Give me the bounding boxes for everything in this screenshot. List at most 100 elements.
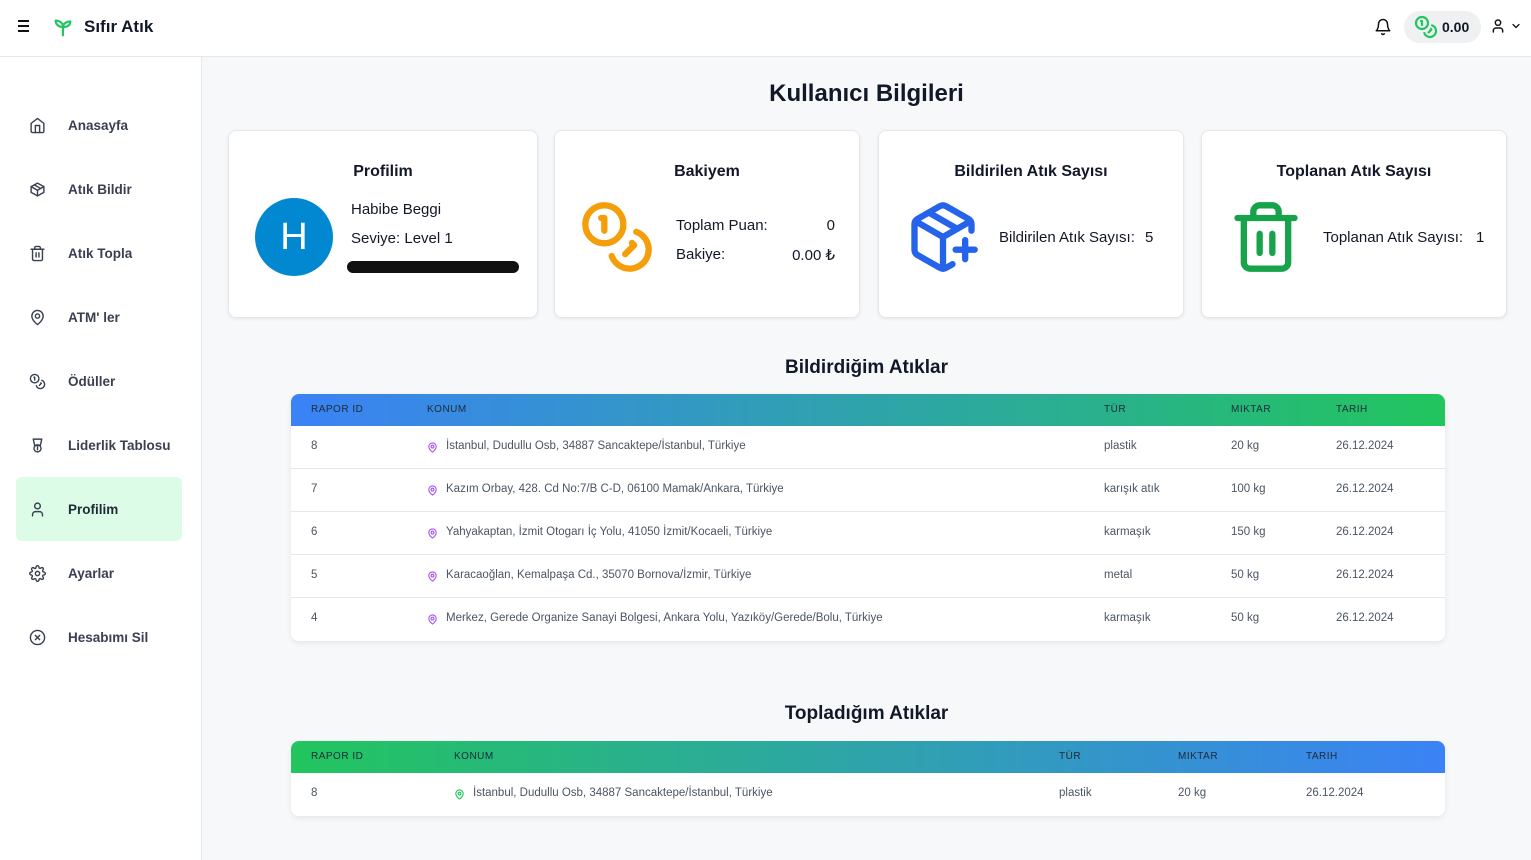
page-title: Kullanıcı Bilgileri <box>769 80 964 107</box>
wallet-card: Bakiyem Toplam Puan: 0 Bakiye: 0.00 ₺ <box>554 130 860 318</box>
report-id-cell: 4 <box>311 612 318 624</box>
trash-icon <box>28 244 46 262</box>
location-cell: Merkez, Gerede Organize Sanayi Bolgesi, … <box>446 612 883 624</box>
balance-amount: 0.00 <box>1442 19 1470 35</box>
table-row[interactable]: 7 Kazım Orbay, 428. Cd No:7/B C-D, 06100 … <box>291 469 1445 512</box>
sidebar-item-label: Hesabımı Sil <box>68 629 149 645</box>
column-header: KONUM <box>454 751 494 762</box>
avatar: H <box>255 198 333 276</box>
sidebar-item-label: Anasayfa <box>68 117 129 133</box>
column-header: MIKTAR <box>1231 404 1272 415</box>
amount-cell: 150 kg <box>1231 526 1266 538</box>
circle-x-icon <box>28 628 46 646</box>
amount-cell: 20 kg <box>1231 440 1260 452</box>
sidebar-item-leaderboard[interactable]: Liderlik Tablosu <box>16 413 182 477</box>
hamburger-menu-icon[interactable] <box>18 20 32 34</box>
sidebar-item-settings[interactable]: Ayarlar <box>16 541 182 605</box>
balance-pill[interactable]: 0.00 <box>1404 11 1481 43</box>
column-header: KONUM <box>427 404 467 415</box>
wallet-card-title: Bakiyem <box>674 163 740 180</box>
amount-cell: 50 kg <box>1231 612 1260 624</box>
map-pin-icon <box>428 442 437 453</box>
sidebar-item-atms[interactable]: ATM' ler <box>16 285 182 349</box>
type-cell: metal <box>1104 569 1133 581</box>
bell-icon[interactable] <box>1374 18 1392 36</box>
report-id-cell: 8 <box>311 440 318 452</box>
collected-count-value: 1 <box>1476 229 1485 246</box>
column-header: TARIH <box>1336 404 1368 415</box>
collected-waste-table: RAPOR ID KONUM TÜR MIKTAR TARIH 8 İstanbu… <box>291 741 1445 816</box>
column-header: TÜR <box>1059 751 1082 762</box>
sidebar-item-label: Profilim <box>68 501 119 517</box>
sidebar-item-profile[interactable]: Profilim <box>16 477 182 541</box>
sidebar: Anasayfa Atık Bildir Atık Topla ATM' ler… <box>0 57 202 860</box>
profile-card-title: Profilim <box>353 163 413 180</box>
date-cell: 26.12.2024 <box>1336 483 1394 495</box>
profile-name: Habibe Beggi <box>351 201 442 218</box>
sidebar-item-label: Liderlik Tablosu <box>68 437 171 453</box>
table-row[interactable]: 8 İstanbul, Dudullu Osb, 34887 Sancaktepe… <box>291 773 1445 816</box>
collected-count-label: Toplanan Atık Sayısı: <box>1323 229 1464 246</box>
gear-icon <box>28 564 46 582</box>
top-bar: Sıfır Atık 0.00 <box>0 0 1531 57</box>
sidebar-item-label: Atık Bildir <box>68 181 132 197</box>
column-header: TARIH <box>1306 751 1338 762</box>
reported-card-title: Bildirilen Atık Sayısı <box>954 163 1108 180</box>
location-cell: İstanbul, Dudullu Osb, 34887 Sancaktepe/… <box>473 787 773 799</box>
redacted-email <box>347 261 519 273</box>
sidebar-item-report-waste[interactable]: Atık Bildir <box>16 157 182 221</box>
location-cell: İstanbul, Dudullu Osb, 34887 Sancaktepe/… <box>446 440 746 452</box>
type-cell: karmaşık <box>1104 612 1151 624</box>
type-cell: plastik <box>1059 787 1092 799</box>
table-row[interactable]: 6 Yahyakaptan, İzmit Otogarı İç Yolu, 410… <box>291 512 1445 555</box>
date-cell: 26.12.2024 <box>1336 612 1394 624</box>
table-row[interactable]: 5 Karacaoğlan, Kemalpaşa Cd., 35070 Borno… <box>291 555 1445 598</box>
date-cell: 26.12.2024 <box>1336 526 1394 538</box>
location-cell: Karacaoğlan, Kemalpaşa Cd., 35070 Bornov… <box>446 569 752 581</box>
chevron-down-icon <box>1512 23 1520 29</box>
column-header: TÜR <box>1104 404 1127 415</box>
sidebar-item-collect-waste[interactable]: Atık Topla <box>16 221 182 285</box>
sidebar-item-delete-account[interactable]: Hesabımı Sil <box>16 605 182 669</box>
location-cell: Kazım Orbay, 428. Cd No:7/B C-D, 06100 M… <box>446 483 784 495</box>
report-id-cell: 6 <box>311 526 318 538</box>
home-icon <box>28 116 46 134</box>
trophy-icon <box>28 436 46 454</box>
report-id-cell: 8 <box>311 787 318 799</box>
balance-value: 0.00 ₺ <box>792 247 835 264</box>
column-header: RAPOR ID <box>311 751 364 762</box>
date-cell: 26.12.2024 <box>1306 787 1364 799</box>
report-id-cell: 7 <box>311 483 318 495</box>
reported-count-value: 5 <box>1145 229 1154 246</box>
sidebar-item-label: ATM' ler <box>68 309 120 325</box>
package-plus-icon <box>911 202 978 272</box>
amount-cell: 50 kg <box>1231 569 1260 581</box>
points-label: Toplam Puan: <box>676 217 768 234</box>
sidebar-item-rewards[interactable]: Ödüller <box>16 349 182 413</box>
collected-table-title: Topladığım Atıklar <box>784 703 949 724</box>
reported-waste-table: RAPOR ID KONUM TÜR MIKTAR TARIH 8 İstanbu… <box>291 394 1445 641</box>
map-pin-icon <box>455 789 464 800</box>
coins-icon <box>1414 15 1438 39</box>
trash-icon <box>1234 202 1298 272</box>
coins-icon <box>28 372 46 390</box>
table-header: RAPOR ID KONUM TÜR MIKTAR TARIH <box>291 394 1445 426</box>
column-header: RAPOR ID <box>311 404 364 415</box>
table-row[interactable]: 8 İstanbul, Dudullu Osb, 34887 Sancaktepe… <box>291 426 1445 469</box>
user-menu[interactable] <box>1490 18 1522 34</box>
amount-cell: 100 kg <box>1231 483 1266 495</box>
balance-label: Bakiye: <box>676 246 726 263</box>
coins-icon <box>582 202 652 272</box>
sidebar-item-home[interactable]: Anasayfa <box>16 93 182 157</box>
location-cell: Yahyakaptan, İzmit Otogarı İç Yolu, 4105… <box>446 526 773 538</box>
report-id-cell: 5 <box>311 569 318 581</box>
profile-card: Profilim H Habibe Beggi Seviye: Level 1 <box>228 130 538 318</box>
table-row[interactable]: 4 Merkez, Gerede Organize Sanayi Bolgesi,… <box>291 598 1445 641</box>
sprout-icon <box>54 19 72 37</box>
column-header: MIKTAR <box>1178 751 1219 762</box>
sidebar-item-label: Ayarlar <box>68 565 115 581</box>
reported-count-card: Bildirilen Atık Sayısı Bildirilen Atık S… <box>878 130 1184 318</box>
user-icon <box>1492 19 1504 33</box>
map-pin-icon <box>428 528 437 539</box>
brand[interactable]: Sıfır Atık <box>52 16 153 38</box>
